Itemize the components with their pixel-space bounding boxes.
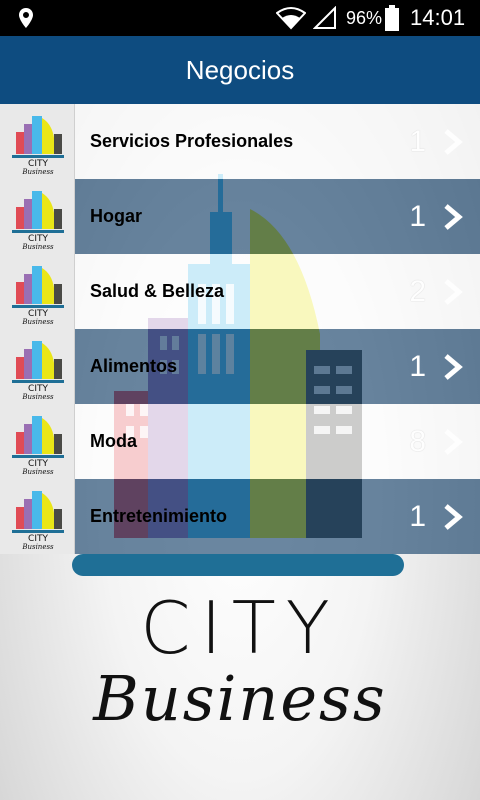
category-count: 2 (409, 274, 426, 308)
svg-text:Business: Business (21, 168, 54, 176)
chevron-right-icon (444, 129, 463, 155)
svg-text:Business: Business (21, 243, 54, 251)
category-count: 1 (409, 349, 426, 383)
chevron-right-icon (444, 429, 463, 455)
category-count: 1 (409, 199, 426, 233)
category-count: 1 (409, 124, 426, 158)
category-row-alimentos[interactable]: CITY Business Alimentos 1 (0, 329, 480, 404)
wifi-icon (276, 7, 306, 30)
logo-city-text: CITY (140, 586, 340, 670)
chevron-right-icon (444, 204, 463, 230)
chevron-right-icon (444, 354, 463, 380)
category-row-moda[interactable]: CITY Business Moda 8 (0, 404, 480, 479)
city-business-logo: CITY Business (0, 586, 480, 735)
svg-text:Business: Business (21, 543, 54, 551)
category-list: CITY Business Servicios Profesionales 1 … (0, 104, 480, 554)
category-thumbnail: CITY Business (0, 479, 75, 554)
category-row-entretenimiento[interactable]: CITY Business Entretenimiento 1 (0, 479, 480, 554)
category-row-servicios-profesionales[interactable]: CITY Business Servicios Profesionales 1 (0, 104, 480, 179)
page-title: Negocios (185, 54, 295, 85)
category-thumbnail: CITY Business (0, 179, 75, 254)
category-row-hogar[interactable]: CITY Business Hogar 1 (0, 179, 480, 254)
clock: 14:01 (410, 5, 466, 30)
battery-percent: 96% (346, 8, 383, 28)
city-logo-icon: CITY Business (12, 341, 64, 401)
category-thumbnail: CITY Business (0, 404, 75, 479)
category-thumbnail: CITY Business (0, 254, 75, 329)
chevron-right-icon (444, 279, 463, 305)
category-count: 8 (409, 424, 426, 458)
app-bar: Negocios (0, 36, 480, 104)
signal-icon (313, 6, 336, 29)
svg-text:Business: Business (21, 318, 54, 326)
status-bar: 96% 14:01 (0, 0, 480, 36)
location-icon (19, 8, 33, 28)
city-logo-icon: CITY Business (12, 191, 64, 251)
category-count: 1 (409, 499, 426, 533)
category-thumbnail: CITY Business (0, 329, 75, 404)
city-logo-icon: CITY Business (12, 116, 64, 176)
category-thumbnail: CITY Business (0, 104, 75, 179)
city-logo-icon: CITY Business (12, 266, 64, 326)
city-logo-icon: CITY Business (12, 416, 64, 476)
city-logo-icon: CITY Business (12, 491, 64, 551)
svg-text:Business: Business (21, 468, 54, 476)
chevron-right-icon (444, 504, 463, 530)
logo-base-bar (72, 554, 404, 576)
battery-icon (385, 5, 399, 31)
svg-text:Business: Business (21, 393, 54, 401)
logo-business-text: Business (93, 662, 387, 735)
category-row-salud-belleza[interactable]: CITY Business Salud & Belleza 2 (0, 254, 480, 329)
